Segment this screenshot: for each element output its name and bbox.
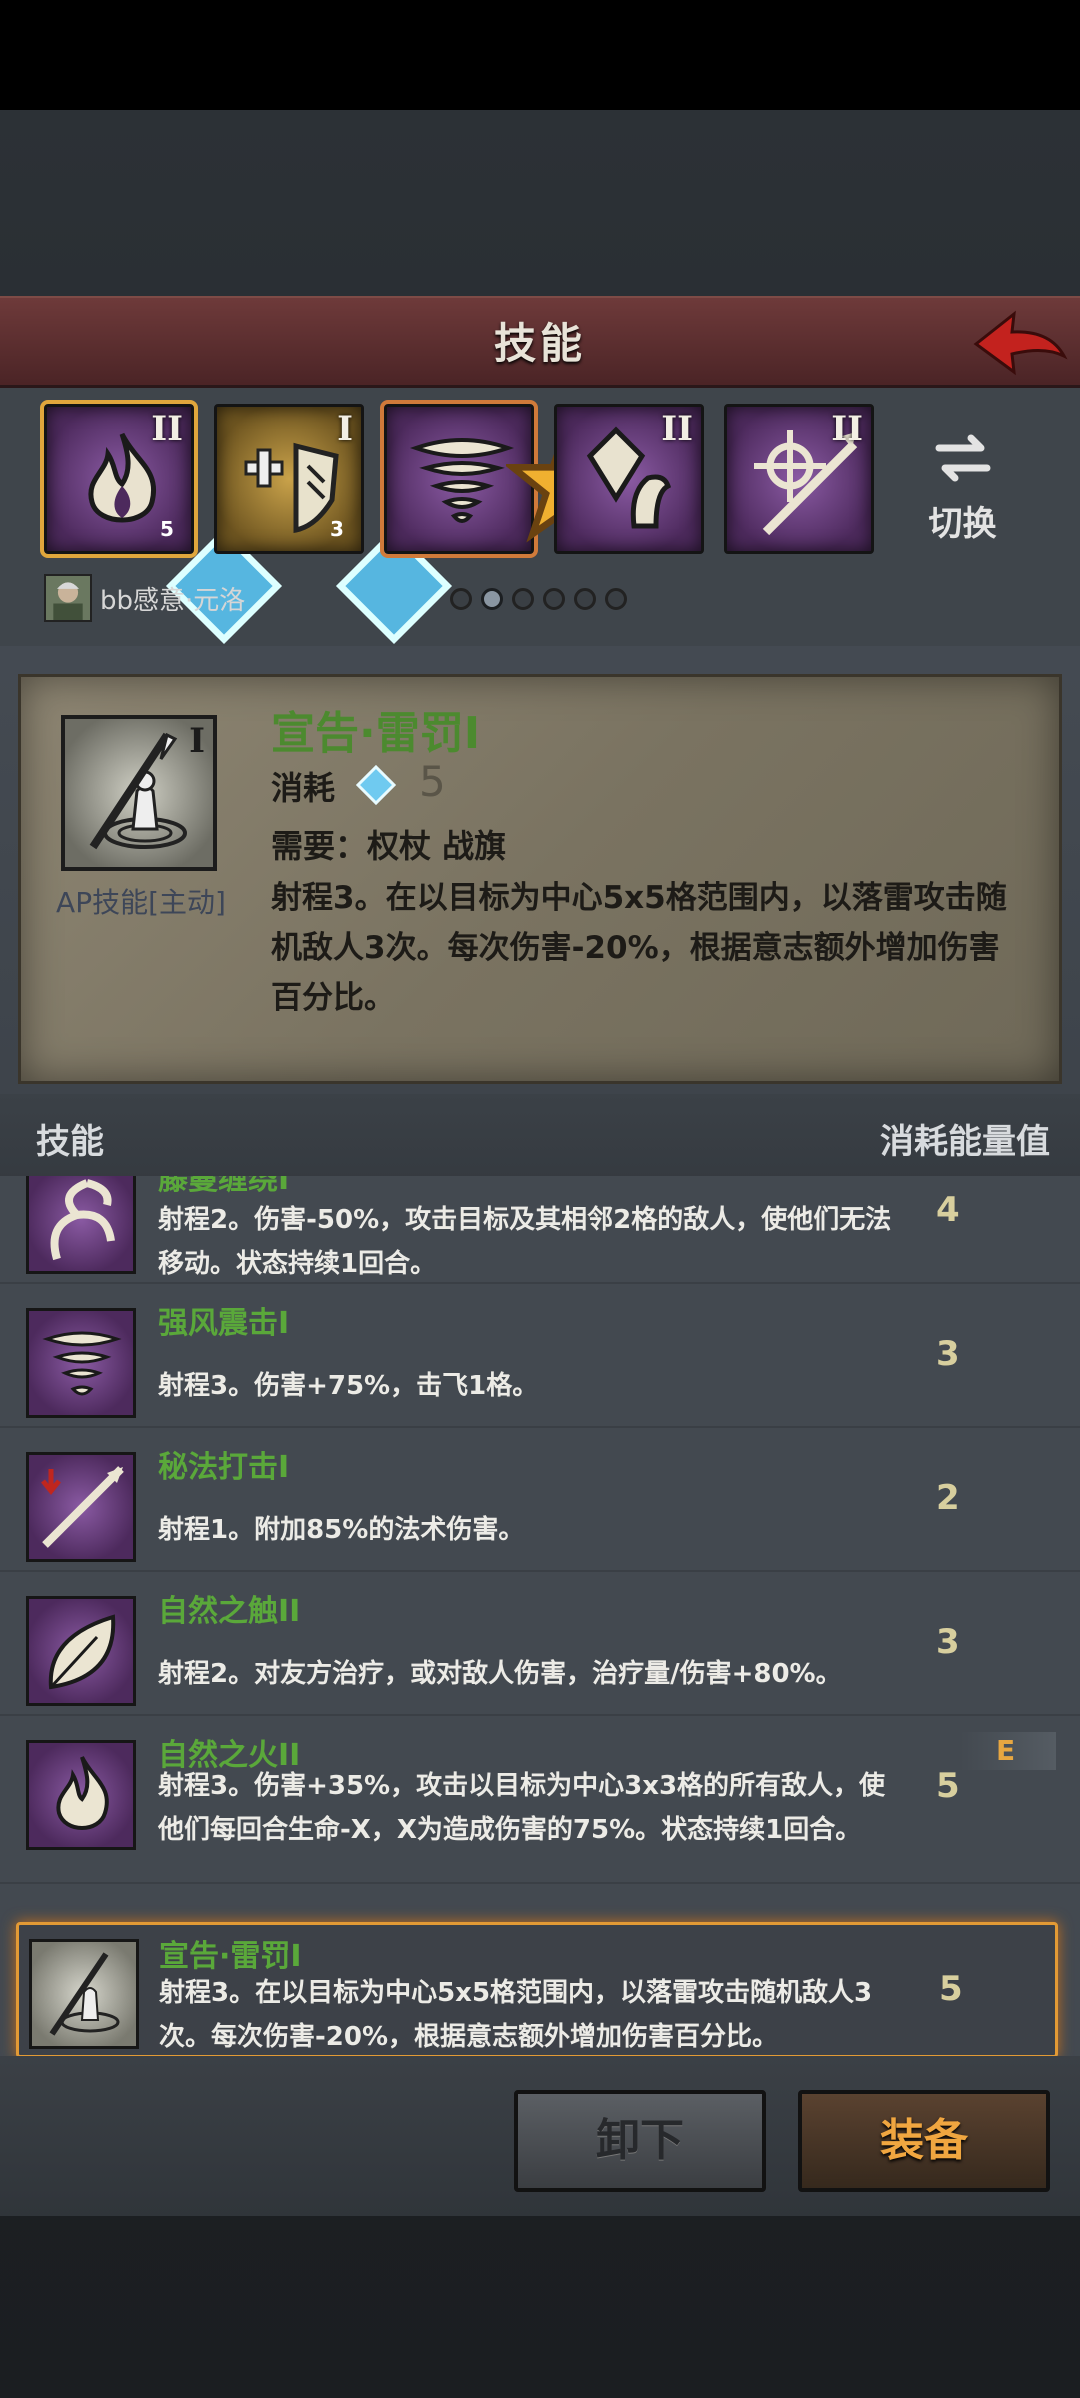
skill-detail-card: I AP技能[主动] 宣告·雷罚I 消耗 5 需要：权杖 战旗 射程3。在以目标… xyxy=(18,674,1062,1084)
skill-slot-3[interactable] xyxy=(380,400,626,558)
back-button[interactable] xyxy=(970,306,1070,382)
switch-button[interactable]: 切换 xyxy=(915,428,1010,548)
skill-row-name: 自然之触II xyxy=(158,1594,301,1629)
page-dot[interactable] xyxy=(512,588,534,610)
skill-cost: 5 xyxy=(160,517,174,541)
detail-skill-icon: I xyxy=(61,715,217,871)
spear-icon xyxy=(41,1466,124,1548)
skill-row-icon xyxy=(29,1939,139,2049)
skill-slot-4[interactable]: II xyxy=(554,404,704,554)
skill-row[interactable]: 自然之触II 射程2。对友方治疗，或对敌人伤害，治疗量/伤害+80%。 3 xyxy=(0,1572,1080,1716)
skill-row-cost: 2 xyxy=(936,1478,960,1518)
skill-row-desc: 射程3。伤害+35%，攻击以目标为中心3x3格的所有敌人，使他们每回合生命-X，… xyxy=(158,1771,886,1845)
thunder-staff-icon xyxy=(49,1952,120,2036)
skill-row-icon xyxy=(26,1452,136,1562)
skill-row-icon xyxy=(26,1596,136,1706)
skill-requirement: 需要：权杖 战旗 xyxy=(271,827,507,865)
energy-gem-icon: 3 xyxy=(319,511,453,645)
skill-row-desc: 射程3。伤害+75%，击飞1格。 xyxy=(158,1371,539,1401)
skill-cost: 3 xyxy=(330,517,344,541)
page-title: 技能 xyxy=(493,319,586,368)
skill-row-name: 强风震击I xyxy=(158,1306,290,1341)
unequip-button[interactable]: 卸下 xyxy=(514,2090,766,2192)
skill-row-desc: 射程2。对友方治疗，或对敌人伤害，治疗量/伤害+80%。 xyxy=(158,1659,842,1689)
skill-row-cost: 5 xyxy=(936,1766,960,1806)
list-header-skill: 技能 xyxy=(36,1122,104,1162)
skill-row-cost: 3 xyxy=(936,1622,960,1662)
skill-slot-2[interactable]: I 3 xyxy=(214,404,453,645)
skill-row-cost: 4 xyxy=(936,1190,960,1230)
skill-list[interactable]: 藤蔓缠绕I 射程2。伤害-50%，攻击目标及其相邻2格的敌人，使他们无法移动。状… xyxy=(0,1176,1080,2056)
skill-row-icon xyxy=(26,1176,136,1274)
skill-row-desc: 射程2。伤害-50%，攻击目标及其相邻2格的敌人，使他们无法移动。状态持续1回合… xyxy=(158,1205,892,1279)
skill-row-selected[interactable]: 宣告·雷罚I 射程3。在以目标为中心5x5格范围内，以落雷攻击随机敌人3次。每次… xyxy=(16,1922,1058,2056)
energy-gem-icon: 5 xyxy=(149,511,283,645)
skill-tier: II xyxy=(151,409,183,449)
avatar[interactable] xyxy=(44,574,92,622)
skill-row-icon xyxy=(26,1740,136,1850)
flame-icon xyxy=(56,1756,109,1830)
page-dot-active[interactable] xyxy=(481,588,503,610)
skill-row-desc: 射程1。附加85%的法术伤害。 xyxy=(158,1515,525,1545)
skill-row-icon xyxy=(26,1308,136,1418)
status-bar-area xyxy=(0,0,1080,110)
skill-description: 射程3。在以目标为中心5x5格范围内，以落雷攻击随机敌人3次。每次伤害-20%，… xyxy=(271,880,1007,1016)
title-bar: 技能 xyxy=(0,296,1080,388)
skill-row[interactable]: 藤蔓缠绕I 射程2。伤害-50%，攻击目标及其相邻2格的敌人，使他们无法移动。状… xyxy=(0,1176,1080,1284)
skill-row-desc: 射程3。在以目标为中心5x5格范围内，以落雷攻击随机敌人3次。每次伤害-20%，… xyxy=(159,1978,873,2052)
list-header-cost: 消耗能量值 xyxy=(880,1122,1050,1162)
skill-tier: I xyxy=(189,721,205,761)
switch-label: 切换 xyxy=(928,504,997,544)
skill-row[interactable]: 强风震击I 射程3。伤害+75%，击飞1格。 3 xyxy=(0,1284,1080,1428)
page-dot[interactable] xyxy=(450,588,472,610)
cost-value: 5 xyxy=(419,757,446,806)
energy-gem-icon xyxy=(356,765,396,805)
skill-row-name: 藤蔓缠绕I xyxy=(158,1176,290,1197)
page-dot[interactable] xyxy=(543,588,565,610)
skill-tier: I xyxy=(337,409,353,449)
skill-row[interactable]: 秘法打击I 射程1。附加85%的法术伤害。 2 xyxy=(0,1428,1080,1572)
skill-slot-5[interactable]: II xyxy=(724,404,874,554)
skill-row-cost: 5 xyxy=(939,1969,963,2009)
skill-row-name: 秘法打击I xyxy=(158,1450,290,1485)
page-indicator xyxy=(450,588,636,610)
skill-tier: II xyxy=(661,409,693,449)
page-dot[interactable] xyxy=(605,588,627,610)
skill-name: 宣告·雷罚I xyxy=(271,708,481,759)
vine-icon xyxy=(50,1179,115,1261)
skill-row-name: 宣告·雷罚I xyxy=(159,1939,302,1974)
switch-arrows-icon xyxy=(935,434,990,482)
thunder-staff-icon xyxy=(89,732,187,850)
page-dot[interactable] xyxy=(574,588,596,610)
skill-row[interactable]: 自然之火II 射程3。伤害+35%，攻击以目标为中心3x3格的所有敌人，使他们每… xyxy=(0,1716,1080,1884)
equip-button[interactable]: 装备 xyxy=(798,2090,1050,2192)
back-arrow-icon xyxy=(973,310,1068,376)
character-name: bb感意·元洛 xyxy=(100,586,246,616)
star-icon xyxy=(491,409,626,543)
skill-row-cost: 3 xyxy=(936,1334,960,1374)
cost-label: 消耗 xyxy=(271,769,336,807)
skill-type: AP技能[主动] xyxy=(56,886,226,919)
skill-tier: II xyxy=(831,409,863,449)
leaf-icon xyxy=(48,1614,116,1690)
list-header: 技能 消耗能量值 xyxy=(0,1094,1080,1182)
tornado-icon xyxy=(42,1331,122,1396)
skill-slot-1[interactable]: II 5 xyxy=(40,400,283,645)
